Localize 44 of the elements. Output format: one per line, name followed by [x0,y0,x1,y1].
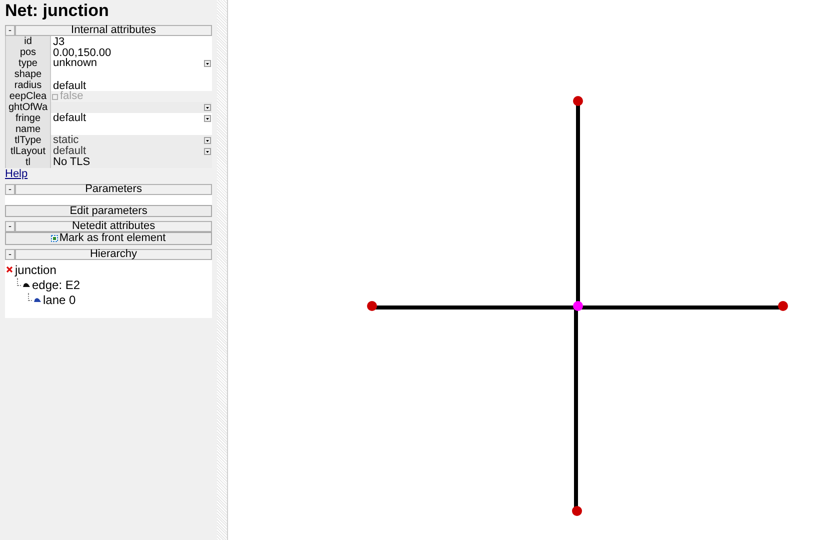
junction-node[interactable] [572,506,582,516]
mark-front-button[interactable]: Mark as front element [5,232,212,245]
dropdown-arrow-icon[interactable] [204,115,212,122]
group-header: Parameters [15,184,212,195]
attribute-label: ghtOfWa [5,102,51,113]
attribute-dropdown[interactable]: default [51,113,212,124]
junction-node[interactable] [573,301,583,311]
attribute-label: id [5,36,51,47]
group-header: Internal attributes [15,25,212,36]
collapse-button[interactable]: - [5,221,15,232]
attribute-label: radius [5,80,51,91]
attribute-value: No TLS [51,157,212,168]
collapse-button[interactable]: - [5,249,15,260]
collapse-button[interactable]: - [5,184,15,195]
group-header: Netedit attributes [15,221,212,232]
attribute-input[interactable] [51,124,212,135]
attribute-input[interactable]: 0.00,150.00 [51,47,212,58]
attribute-label: tlLayout [5,146,51,157]
junction-node[interactable] [573,96,583,106]
attribute-input[interactable]: default [51,80,212,91]
junction-node[interactable] [778,301,788,311]
cross-icon [6,266,13,273]
attribute-dropdown[interactable]: unknown [51,58,212,69]
attribute-label: fringe [5,113,51,124]
scrollbar[interactable] [217,0,227,540]
front-element-icon [51,235,58,242]
group-header: Hierarchy [15,249,212,260]
junction-node[interactable] [367,301,377,311]
edit-parameters-button[interactable]: Edit parameters [5,205,212,217]
tree-item[interactable]: edge: E2 [32,278,80,292]
attribute-label: tlType [5,135,51,146]
attribute-label: pos [5,47,51,58]
attribute-label: tl [5,157,51,168]
panel-title: Net: junction [4,0,110,22]
tree-item[interactable]: lane 0 [43,292,76,306]
attribute-input[interactable]: J3 [51,36,212,47]
help-link[interactable]: Help [5,169,28,180]
attribute-label: eepClea [5,91,51,102]
dropdown-arrow-icon[interactable] [204,60,212,67]
tree-item[interactable]: junction [15,262,56,276]
attribute-label: shape [5,69,51,80]
attribute-label: name [5,124,51,135]
collapse-button[interactable]: - [5,25,15,36]
attribute-label: type [5,58,51,69]
